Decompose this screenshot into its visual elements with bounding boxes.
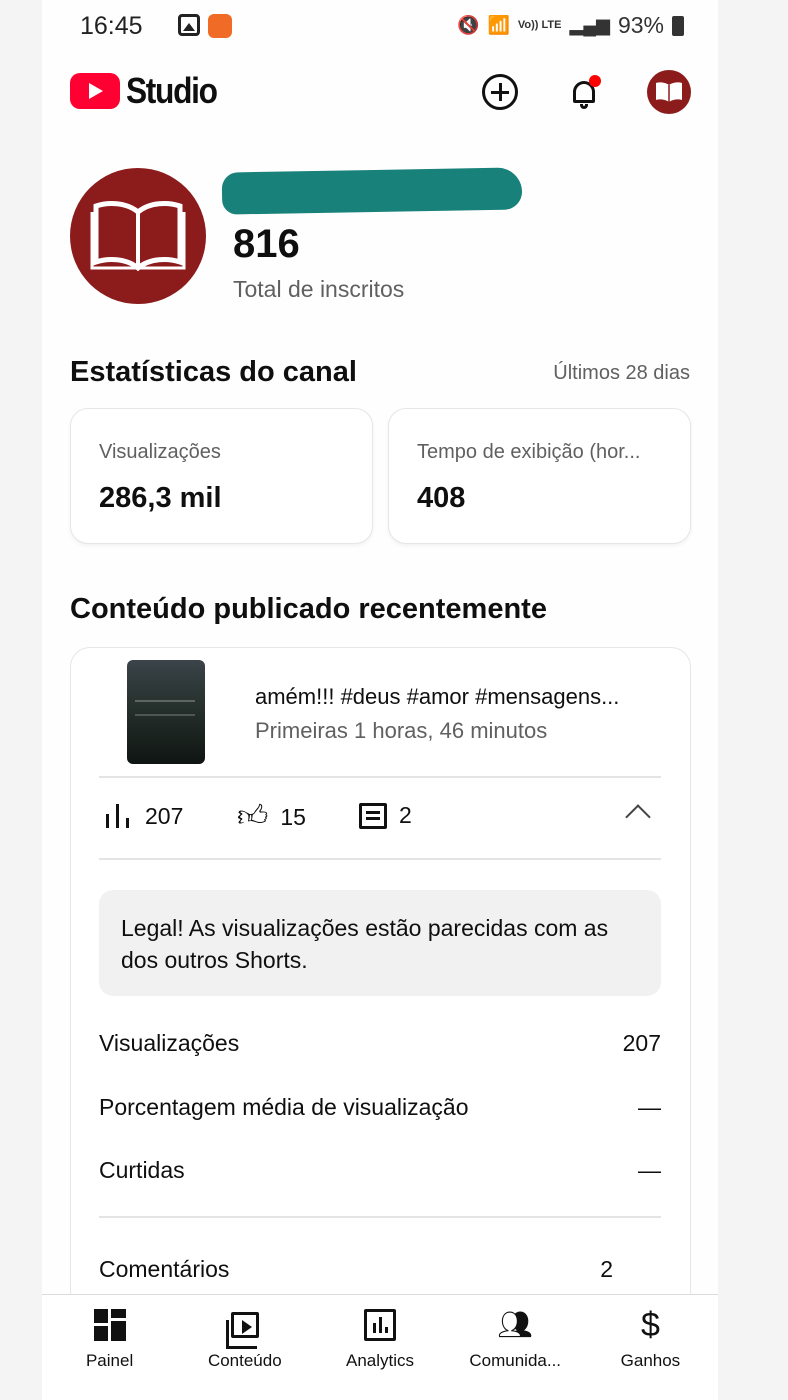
nav-earn[interactable]: $ Ganhos: [583, 1295, 718, 1400]
account-avatar-button[interactable]: [647, 70, 691, 114]
likes-metric: 👍︎ 15: [237, 802, 306, 832]
row-label: Comentários: [99, 1256, 230, 1282]
watch-time-card[interactable]: Tempo de exibição (hor... 408: [388, 408, 691, 544]
nav-label: Painel: [85, 1351, 134, 1370]
likes-count: 15: [280, 803, 306, 830]
logo-text: Studio: [126, 70, 218, 111]
dashboard-icon: [93, 1309, 126, 1341]
video-period: Primeiras 1 horas, 46 minutos: [255, 718, 548, 743]
row-value: —: [638, 1094, 661, 1120]
subscriber-count: 816: [233, 222, 300, 266]
battery-level: 93%: [617, 12, 664, 38]
open-book-icon: [90, 201, 186, 272]
channel-name-redaction: [221, 167, 523, 215]
video-thumbnail[interactable]: [127, 660, 205, 764]
bar-chart-icon: [103, 802, 133, 830]
system-icons: 🔇 📶 Vo)) LTE ▂▄▆ 93%: [457, 12, 684, 39]
nav-label: Conteúdo: [207, 1351, 282, 1370]
create-button[interactable]: [478, 70, 522, 114]
nav-label: Ganhos: [620, 1351, 681, 1370]
dollar-icon: $: [640, 1306, 660, 1344]
content-icon: [225, 1312, 259, 1349]
avatar: [647, 70, 691, 114]
nav-label: Comunida...: [469, 1351, 562, 1370]
stats-title: Estatísticas do canal: [70, 356, 357, 388]
comments-metric: 2: [359, 802, 412, 829]
notification-icons: [178, 14, 232, 38]
subscriber-label: Total de inscritos: [233, 276, 405, 302]
row-label: Visualizações: [99, 1030, 240, 1056]
recent-video-card: amém!!! #deus #amor #mensagens... Primei…: [70, 647, 691, 1347]
views-card[interactable]: Visualizações 286,3 mil: [70, 408, 373, 544]
row-value: —: [638, 1157, 661, 1183]
nav-analytics[interactable]: Analytics: [312, 1295, 447, 1400]
mute-icon: 🔇: [457, 15, 480, 35]
bottom-navigation: Painel Conteúdo Analytics 👥︎ Comunida...: [42, 1294, 718, 1400]
nav-dashboard[interactable]: Painel: [42, 1295, 177, 1400]
nav-label: Analytics: [345, 1351, 415, 1370]
app-screen: 16:45 🔇 📶 Vo)) LTE ▂▄▆ 93% Studio 816 To…: [42, 0, 718, 1400]
detail-row-avg-percentage: Porcentagem média de visualização —: [99, 1094, 661, 1121]
nav-community[interactable]: 👥︎ Comunida...: [448, 1295, 583, 1400]
status-time: 16:45: [80, 12, 143, 40]
views-value: 286,3 mil: [99, 482, 222, 514]
divider: [99, 858, 661, 860]
app-notification-icon: [208, 14, 232, 38]
row-label: Porcentagem média de visualização: [99, 1094, 469, 1120]
gallery-icon: [178, 14, 200, 36]
signal-icon: ▂▄▆: [569, 15, 610, 35]
recent-content-title: Conteúdo publicado recentemente: [70, 593, 547, 625]
bell-icon: [569, 75, 601, 109]
views-label: Visualizações: [99, 441, 221, 463]
plus-circle-icon: [482, 74, 518, 110]
row-value: 2: [600, 1256, 613, 1282]
detail-row-views: Visualizações 207: [99, 1030, 661, 1057]
detail-row-comments: Comentários 2: [99, 1256, 613, 1283]
open-book-icon: [656, 82, 682, 102]
analytics-icon: [364, 1309, 396, 1341]
chevron-up-icon[interactable]: [625, 804, 651, 830]
detail-row-likes: Curtidas —: [99, 1157, 661, 1184]
row-value: 207: [622, 1030, 661, 1056]
channel-avatar: [70, 168, 206, 304]
community-icon: 👥︎: [497, 1309, 533, 1340]
nav-content[interactable]: Conteúdo: [177, 1295, 312, 1400]
views-metric: 207: [103, 802, 183, 830]
row-label: Curtidas: [99, 1157, 185, 1183]
comment-icon: [359, 802, 387, 829]
studio-logo[interactable]: Studio: [70, 70, 229, 112]
insight-message: Legal! As visualizações estão parecidas …: [99, 890, 661, 996]
battery-icon: [672, 15, 684, 36]
divider: [99, 776, 661, 778]
notification-dot: [589, 75, 601, 87]
youtube-play-icon: [70, 73, 120, 109]
comments-count: 2: [399, 802, 412, 828]
thumbs-up-icon: 👍︎: [237, 800, 269, 833]
watch-time-label: Tempo de exibição (hor...: [417, 441, 641, 463]
divider: [99, 1216, 661, 1218]
stats-period[interactable]: Últimos 28 dias: [553, 362, 690, 385]
watch-time-value: 408: [417, 482, 466, 514]
notifications-button[interactable]: [562, 70, 606, 114]
video-title[interactable]: amém!!! #deus #amor #mensagens...: [255, 684, 665, 710]
views-count: 207: [145, 802, 184, 829]
volte-icon: Vo)) LTE: [517, 19, 562, 31]
wifi-icon: 📶: [487, 15, 510, 35]
